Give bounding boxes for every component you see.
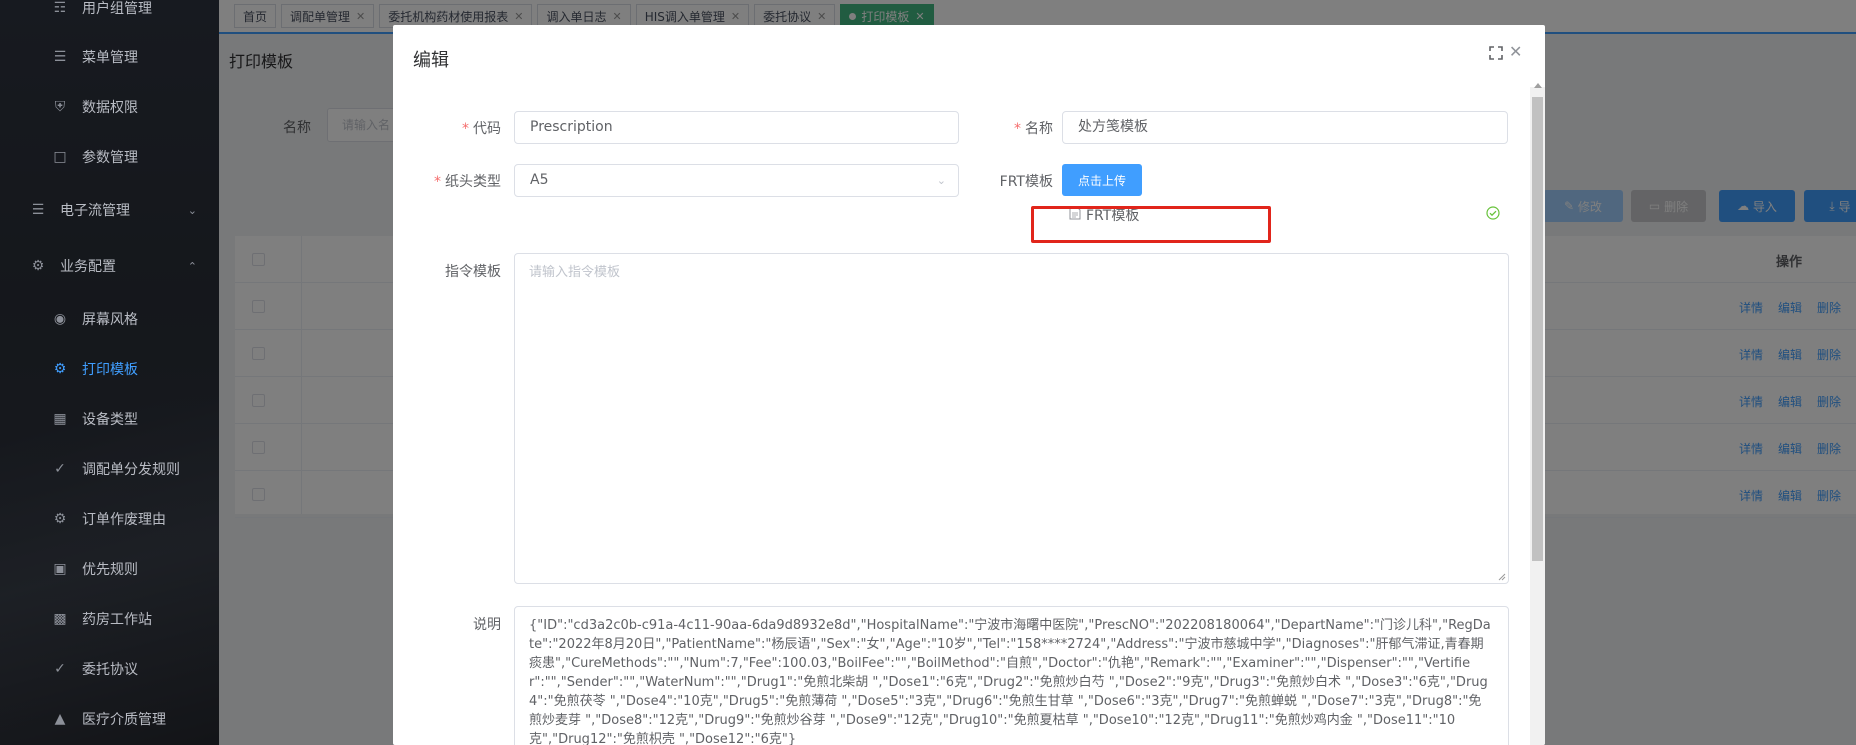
- sidebar-item-parameters[interactable]: □ 参数管理: [0, 137, 219, 177]
- menu-icon: ☰: [53, 49, 67, 65]
- paper-type-label-text: 纸头类型: [445, 174, 501, 190]
- required-mark: *: [462, 121, 469, 137]
- resize-handle-icon[interactable]: [1498, 573, 1506, 581]
- code-input[interactable]: Prescription: [514, 111, 959, 144]
- sidebar-item-label: 参数管理: [82, 150, 138, 166]
- sidebar-item-label: 用户组管理: [82, 1, 152, 17]
- sidebar-item-data-permissions[interactable]: ⛨ 数据权限: [0, 87, 219, 127]
- sidebar-item-label: 优先规则: [82, 562, 138, 578]
- paper-type-select[interactable]: A5 ⌄: [514, 164, 959, 197]
- sitemap-icon: ☶: [53, 0, 67, 16]
- palette-icon: ◉: [53, 311, 67, 327]
- rule-icon: ✓: [54, 461, 66, 477]
- sidebar-item-priority-rules[interactable]: ▣ 优先规则: [0, 549, 219, 589]
- stamp-icon: ▲: [54, 711, 66, 727]
- sidebar-item-label: 调配单分发规则: [82, 462, 180, 478]
- sidebar-item-eflow[interactable]: ☰ 电子流管理 ⌄: [0, 190, 219, 230]
- sidebar-item-label: 数据权限: [82, 100, 138, 116]
- description-textarea[interactable]: {"ID":"cd3a2c0b-c91a-4c11-90aa-6da9d8932…: [514, 606, 1509, 745]
- chevron-up-icon: ⌃: [187, 259, 197, 273]
- sidebar-item-void-reasons[interactable]: ⚙ 订单作废理由: [0, 499, 219, 539]
- dialog-scrollbar-thumb[interactable]: [1532, 97, 1543, 561]
- name-input[interactable]: 处方笺模板: [1062, 111, 1508, 144]
- name-label-text: 名称: [1025, 121, 1053, 137]
- sidebar-item-screen-style[interactable]: ◉ 屏幕风格: [0, 299, 219, 339]
- sidebar-item-label: 药房工作站: [82, 612, 152, 628]
- sidebar-item-device-type[interactable]: ▦ 设备类型: [0, 399, 219, 439]
- code-label-text: 代码: [473, 121, 501, 137]
- sliders-icon: ☰: [31, 202, 45, 218]
- chevron-down-icon: ⌄: [936, 174, 946, 187]
- code-label: * 代码: [433, 118, 501, 138]
- check-circle-icon: [1486, 206, 1500, 220]
- fullscreen-icon[interactable]: [1489, 46, 1503, 60]
- gear-icon: ⚙: [53, 361, 67, 377]
- paper-type-value: A5: [530, 172, 549, 188]
- sidebar-item-print-template[interactable]: ⚙ 打印模板: [0, 349, 219, 389]
- shield-icon: ⛨: [54, 99, 66, 115]
- annotation-highlight-box: [1031, 206, 1271, 243]
- frt-template-label: FRT模板: [999, 174, 1053, 190]
- sidebar-item-dispatch-rules[interactable]: ✓ 调配单分发规则: [0, 449, 219, 489]
- description-label: 说明: [473, 617, 501, 633]
- check-circle-icon: ✓: [54, 661, 66, 677]
- required-mark: *: [434, 174, 441, 190]
- sidebar-item-menus[interactable]: ☰ 菜单管理: [0, 37, 219, 77]
- sidebar-item-label: 设备类型: [82, 412, 138, 428]
- sidebar-item-agreements[interactable]: ✓ 委托协议: [0, 649, 219, 689]
- scroll-up-arrow-icon[interactable]: [1534, 83, 1542, 88]
- grid-icon: ▦: [53, 411, 67, 427]
- gear-icon: ⚙: [53, 511, 67, 527]
- sidebar: ☶ 用户组管理 ☰ 菜单管理 ⛨ 数据权限 □ 参数管理 ☰ 电子流管理 ⌄ ⚙ 业务配置 ⌃ …: [0, 0, 219, 745]
- document-icon: □: [53, 149, 67, 165]
- command-template-textarea[interactable]: 请输入指令模板: [514, 253, 1509, 584]
- edit-dialog: 编辑 ✕ * 代码 Prescription * 名称 处方笺模板 * 纸头类型 A5…: [393, 25, 1545, 745]
- close-icon[interactable]: ✕: [1509, 42, 1522, 61]
- command-template-label: 指令模板: [445, 264, 501, 280]
- robot-icon: ▣: [53, 561, 67, 577]
- sidebar-item-label: 打印模板: [82, 362, 138, 378]
- dialog-title: 编辑: [413, 50, 449, 71]
- sidebar-item-business-config[interactable]: ⚙ 业务配置 ⌃: [0, 246, 219, 286]
- sidebar-item-user-groups[interactable]: ☶ 用户组管理: [0, 0, 219, 28]
- sidebar-item-label: 屏幕风格: [82, 312, 138, 328]
- command-template-placeholder: 请输入指令模板: [529, 265, 621, 280]
- name-label: * 名称: [993, 118, 1053, 138]
- sidebar-item-label: 菜单管理: [82, 50, 138, 66]
- sidebar-item-label: 订单作废理由: [82, 512, 166, 528]
- paper-type-label: * 纸头类型: [413, 171, 501, 191]
- sidebar-item-pharmacy-station[interactable]: ▩ 药房工作站: [0, 599, 219, 639]
- sidebar-item-medical-media[interactable]: ▲ 医疗介质管理: [0, 699, 219, 739]
- sidebar-item-label: 电子流管理: [60, 203, 130, 219]
- sidebar-item-label: 委托协议: [82, 662, 138, 678]
- monitor-icon: ▩: [53, 611, 67, 627]
- sidebar-item-label: 业务配置: [60, 259, 116, 275]
- upload-button[interactable]: 点击上传: [1062, 164, 1142, 196]
- chevron-down-icon: ⌄: [187, 203, 197, 217]
- sidebar-item-label: 医疗介质管理: [82, 712, 166, 728]
- required-mark: *: [1014, 121, 1021, 137]
- gear-icon: ⚙: [31, 258, 45, 274]
